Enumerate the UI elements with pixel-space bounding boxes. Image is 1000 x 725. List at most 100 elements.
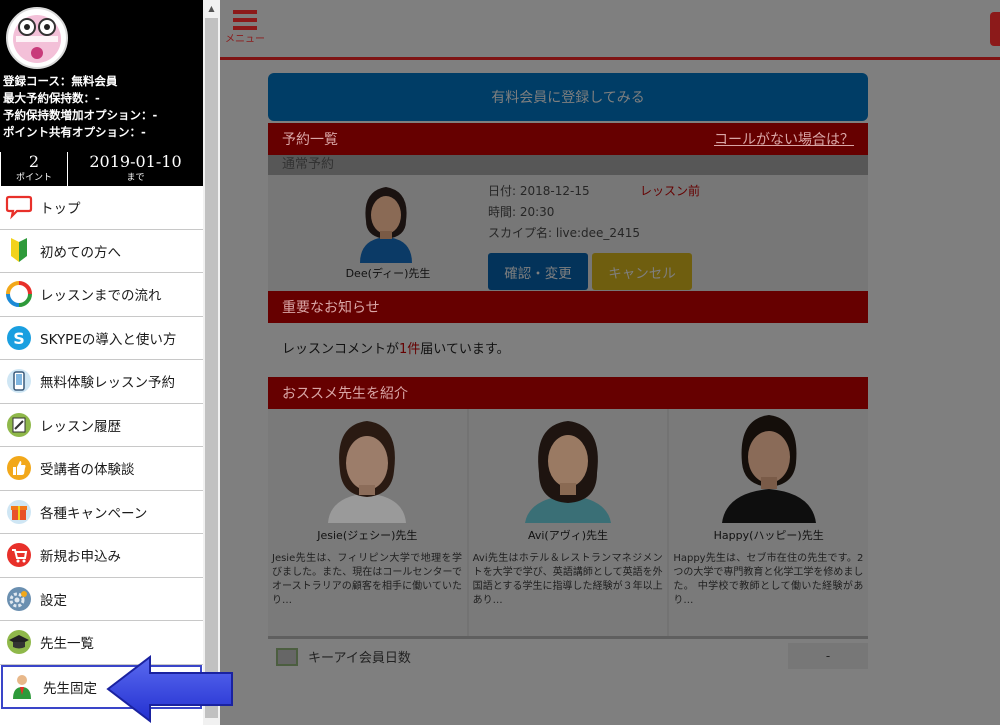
menu-label: 先生一覧 [40,636,94,653]
register-premium-button[interactable]: 有料会員に登録してみる [268,73,868,121]
top-bar: メニュー [220,0,1000,60]
menu-button[interactable]: メニュー [225,10,265,50]
reservations-title: 予約一覧 [282,132,338,148]
menu-item-testimonials[interactable]: 受講者の体験談 [0,447,203,491]
sidebar-scrollbar[interactable]: ▲ [203,0,220,725]
member-days-label: キーアイ会員日数 [308,651,411,666]
expiry-box: 2019-01-10 まで [68,152,203,186]
recommended-teachers: Jesie(ジェシー)先生 Jesie先生は、フィリピン大学で地理を学びました。… [268,409,869,651]
mascot-logo[interactable] [6,7,68,69]
teacher-photo-happy [714,411,824,523]
points-value: 2 [28,152,40,171]
cart-icon [5,541,33,569]
hamburger-icon [233,10,257,14]
reservations-header: 予約一覧 コールがない場合は？ [268,123,868,155]
reservation-time: 時間: 20:30 [488,205,555,219]
account-stats: 2 ポイント 2019-01-10 まで [0,152,203,186]
menu-item-campaigns[interactable]: 各種キャンペーン [0,491,203,534]
teacher-description: Happy先生は、セブ市在住の先生です。2つの大学で専門教育と化学工学を修めまし… [673,553,864,606]
menu-item-skype[interactable]: S SKYPEの導入と使い方 [0,317,203,360]
teacher-description: Avi先生はホテル＆レストランマネジメントを大学で学び、英語講師として英語を外国… [472,553,663,606]
cycle-arrows-icon [5,280,33,308]
teacher-photo-jesie [312,411,422,523]
skype-icon: S [5,324,33,352]
teacher-name: Avi(アヴィ)先生 [527,529,609,542]
sidebar: 登録コース：無料会員 最大予約保持数：- 予約保持数増加オプション：- ポイント… [0,0,203,725]
menu-label: 初めての方へ [40,244,121,261]
menu-label: 先生固定 [43,680,97,697]
scroll-thumb[interactable] [205,18,218,718]
gear-icon [5,585,33,613]
scroll-up-arrow-icon[interactable]: ▲ [203,0,220,17]
reservation-skype: スカイプ名: live:dee_2415 [488,226,640,240]
pointer-arrow-icon [106,655,233,723]
reservation-card: Dee(ディー)先生 日付: 2018-12-15 時間: 20:30 スカイプ… [268,175,868,291]
normal-reservation-subheading: 通常予約 [268,155,868,175]
notice-text-before: レッスンコメントが [282,342,400,357]
teacher-photo-avi [513,411,623,523]
teacher-description: Jesie先生は、フィリピン大学で地理を学びました。また、現在はコールセンターで… [272,553,462,606]
point-share-option-line: ポイント共有オプション：- [3,125,146,139]
menu-item-free-trial[interactable]: 無料体験レッスン予約 [0,360,203,404]
recommended-title: おススメ先生を紹介 [282,386,408,402]
teacher-name: Dee(ディー)先生 [345,267,431,280]
reservation-date: 日付: 2018-12-15 [488,184,590,198]
notebook-icon [5,411,33,439]
notice-body: レッスンコメントが1件届いています。 [268,323,868,377]
teacher-card-happy[interactable]: Happy(ハッピー)先生 Happy先生は、セブ市在住の先生です。2つの大学で… [669,409,869,651]
menu-label: 受講者の体験談 [40,462,135,479]
menu-item-lesson-flow[interactable]: レッスンまでの流れ [0,273,203,317]
right-header-icon[interactable] [990,12,1000,46]
course-line: 登録コース：無料会員 [3,74,118,88]
menu-label: トップ [40,201,81,218]
confirm-change-button[interactable]: 確認・変更 [488,253,588,290]
member-days-value: - [788,643,868,669]
account-panel: 登録コース：無料会員 最大予約保持数：- 予約保持数増加オプション：- ポイント… [0,0,203,186]
teacher-name: Jesie(ジェシー)先生 [317,529,418,542]
reservation-details: 日付: 2018-12-15 時間: 20:30 スカイプ名: live:dee… [488,181,640,244]
beginner-mark-icon [5,237,33,265]
expiry-label: まで [126,173,145,183]
member-days-row: キーアイ会員日数 - [268,636,868,669]
menu-label: 各種キャンペーン [40,505,148,522]
notice-count-link[interactable]: 1件 [399,342,420,357]
expiry-date: 2019-01-10 [89,152,182,171]
gift-icon [5,498,33,526]
calendar-icon [276,648,298,666]
no-call-link[interactable]: コールがない場合は？ [714,129,854,149]
menu-label: レッスン履歴 [40,418,121,435]
menu-item-new-application[interactable]: 新規お申込み [0,534,203,578]
teacher-name: Happy(ハッピー)先生 [713,529,824,542]
menu-label: レッスンまでの流れ [40,288,162,305]
notice-header: 重要なお知らせ [268,291,868,323]
thumbs-up-icon [5,454,33,482]
lesson-status: レッスン前 [640,184,701,198]
speech-bubble-icon [5,193,33,221]
menu-label: 設定 [40,592,67,609]
notice-title: 重要なお知らせ [282,300,380,316]
phone-icon [5,367,33,395]
menu-item-top[interactable]: トップ [0,186,203,230]
reservation-option-line: 予約保持数増加オプション：- [3,108,158,122]
cancel-button[interactable]: キャンセル [592,253,692,290]
teacher-card-avi[interactable]: Avi(アヴィ)先生 Avi先生はホテル＆レストランマネジメントを大学で学び、英… [468,409,668,651]
menu-label: SKYPEの導入と使い方 [40,331,177,348]
menu-item-beginners[interactable]: 初めての方へ [0,230,203,273]
graduation-cap-icon [5,628,33,656]
account-info: 登録コース：無料会員 最大予約保持数：- 予約保持数増加オプション：- ポイント… [3,73,157,141]
menu-item-lesson-history[interactable]: レッスン履歴 [0,404,203,447]
hamburger-line [233,26,257,30]
max-reservations-line: 最大予約保持数：- [3,91,100,105]
teacher-photo-dee [346,181,426,263]
points-box: 2 ポイント [0,152,68,186]
hamburger-line [233,18,257,22]
svg-text:S: S [13,329,25,348]
main-content: 有料会員に登録してみる 予約一覧 コールがない場合は？ 通常予約 Dee(ディー… [268,73,869,651]
teacher-person-icon [8,673,36,701]
teacher-card-jesie[interactable]: Jesie(ジェシー)先生 Jesie先生は、フィリピン大学で地理を学びました。… [268,409,467,651]
menu-label: 無料体験レッスン予約 [40,375,175,392]
menu-button-label: メニュー [225,34,265,45]
points-label: ポイント [15,173,52,183]
menu-item-settings[interactable]: 設定 [0,578,203,621]
notice-text-after: 届いています。 [420,342,510,357]
